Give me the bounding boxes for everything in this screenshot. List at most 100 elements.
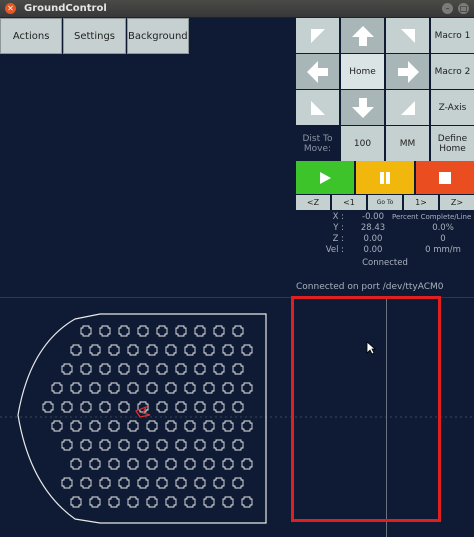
- actions-button[interactable]: Actions: [0, 18, 63, 54]
- cross-cutout: [175, 401, 187, 413]
- cross-cutout: [232, 477, 244, 489]
- cross-cutout: [203, 496, 215, 508]
- cross-cutout: [89, 382, 101, 394]
- cross-cutout: [80, 439, 92, 451]
- background-button[interactable]: Background: [126, 18, 189, 54]
- cross-cutout: [146, 382, 158, 394]
- line-number-value: 0: [440, 234, 446, 244]
- z-minus-button[interactable]: <Z: [296, 195, 330, 210]
- settings-button[interactable]: Settings: [63, 18, 126, 54]
- home-button[interactable]: Home: [341, 54, 384, 89]
- units-button[interactable]: MM: [386, 126, 429, 161]
- selection-rectangle: [291, 296, 441, 522]
- arrow-down-left-icon: [310, 100, 325, 115]
- move-up-right-button[interactable]: [386, 18, 429, 53]
- arrow-left-icon: [306, 60, 328, 83]
- cross-cutout: [89, 344, 101, 356]
- cross-cutout: [61, 401, 73, 413]
- cross-cutout: [165, 344, 177, 356]
- y-label: Y :: [333, 223, 344, 233]
- define-home-button[interactable]: Define Home: [431, 126, 474, 161]
- cross-cutout: [80, 325, 92, 337]
- cross-cutout: [99, 401, 111, 413]
- cross-cutout: [232, 401, 244, 413]
- macro-2-button[interactable]: Macro 2: [431, 54, 474, 89]
- window-title: GroundControl: [24, 3, 107, 14]
- position-readout: X : -0.00 Percent Complete/Line Y : 28.4…: [300, 212, 474, 256]
- dist-to-move-label: Dist To Move:: [302, 133, 333, 154]
- move-up-button[interactable]: [341, 18, 384, 53]
- mouse-cursor-icon: [366, 341, 376, 355]
- cross-cutout: [241, 458, 253, 470]
- cross-cutout: [222, 344, 234, 356]
- cross-cutout: [165, 382, 177, 394]
- cross-cutout: [232, 363, 244, 375]
- cross-cutout: [184, 382, 196, 394]
- cross-cutout: [194, 477, 206, 489]
- cross-cutout: [184, 344, 196, 356]
- cross-cutout: [146, 420, 158, 432]
- cross-cutout: [222, 458, 234, 470]
- window-titlebar: ✕ GroundControl – □: [0, 0, 474, 18]
- dist-to-move-input[interactable]: 100: [341, 126, 384, 161]
- cross-cutout: [213, 363, 225, 375]
- move-down-left-button[interactable]: [296, 90, 339, 125]
- move-right-button[interactable]: [386, 54, 429, 89]
- cross-cutout: [156, 363, 168, 375]
- cross-cutout: [146, 496, 158, 508]
- cross-cutout: [232, 325, 244, 337]
- cross-cutout: [175, 477, 187, 489]
- cross-cutout: [99, 439, 111, 451]
- pause-button[interactable]: [356, 161, 414, 194]
- cross-cutout: [61, 363, 73, 375]
- minimize-icon[interactable]: –: [442, 3, 453, 14]
- cross-cutout: [194, 439, 206, 451]
- close-icon[interactable]: ✕: [5, 3, 16, 14]
- move-down-button[interactable]: [341, 90, 384, 125]
- play-icon: [320, 171, 331, 184]
- maximize-icon[interactable]: □: [458, 3, 469, 14]
- cross-cutout: [203, 458, 215, 470]
- cross-cutout: [222, 496, 234, 508]
- cross-cutout: [175, 439, 187, 451]
- cross-cutout: [61, 477, 73, 489]
- step-forward-button[interactable]: 1>: [404, 195, 438, 210]
- cross-cutout: [194, 401, 206, 413]
- cross-cutout: [89, 458, 101, 470]
- cross-cutout: [89, 420, 101, 432]
- cross-cutout: [118, 477, 130, 489]
- run-controls: [296, 161, 474, 194]
- vel-label: Vel :: [325, 245, 344, 255]
- cross-cutout: [203, 344, 215, 356]
- move-up-left-button[interactable]: [296, 18, 339, 53]
- play-button[interactable]: [296, 161, 354, 194]
- z-axis-button[interactable]: Z-Axis: [431, 90, 474, 125]
- arrow-up-right-icon: [400, 28, 415, 43]
- cross-cutout: [184, 420, 196, 432]
- cross-cutout: [203, 420, 215, 432]
- cross-cutout: [213, 401, 225, 413]
- cross-cutout: [165, 496, 177, 508]
- z-plus-button[interactable]: Z>: [440, 195, 474, 210]
- cross-cutout: [137, 363, 149, 375]
- cross-cutout: [61, 439, 73, 451]
- percent-complete-value: 0.0%: [432, 223, 454, 233]
- cross-cutout: [99, 325, 111, 337]
- step-back-button[interactable]: <1: [332, 195, 366, 210]
- cross-cutout: [51, 382, 63, 394]
- cross-cutout: [118, 439, 130, 451]
- cross-cutout: [127, 496, 139, 508]
- cross-cutout: [222, 420, 234, 432]
- cross-cutout: [156, 477, 168, 489]
- cross-cutout: [99, 363, 111, 375]
- goto-button[interactable]: Go To: [368, 195, 402, 210]
- cross-cutout: [156, 401, 168, 413]
- move-down-right-button[interactable]: [386, 90, 429, 125]
- arrow-up-left-icon: [310, 28, 325, 43]
- cross-cutout: [137, 477, 149, 489]
- macro-1-button[interactable]: Macro 1: [431, 18, 474, 53]
- move-left-button[interactable]: [296, 54, 339, 89]
- cross-cutout: [241, 496, 253, 508]
- stop-button[interactable]: [416, 161, 474, 194]
- menubar: Actions Settings Background: [0, 18, 190, 54]
